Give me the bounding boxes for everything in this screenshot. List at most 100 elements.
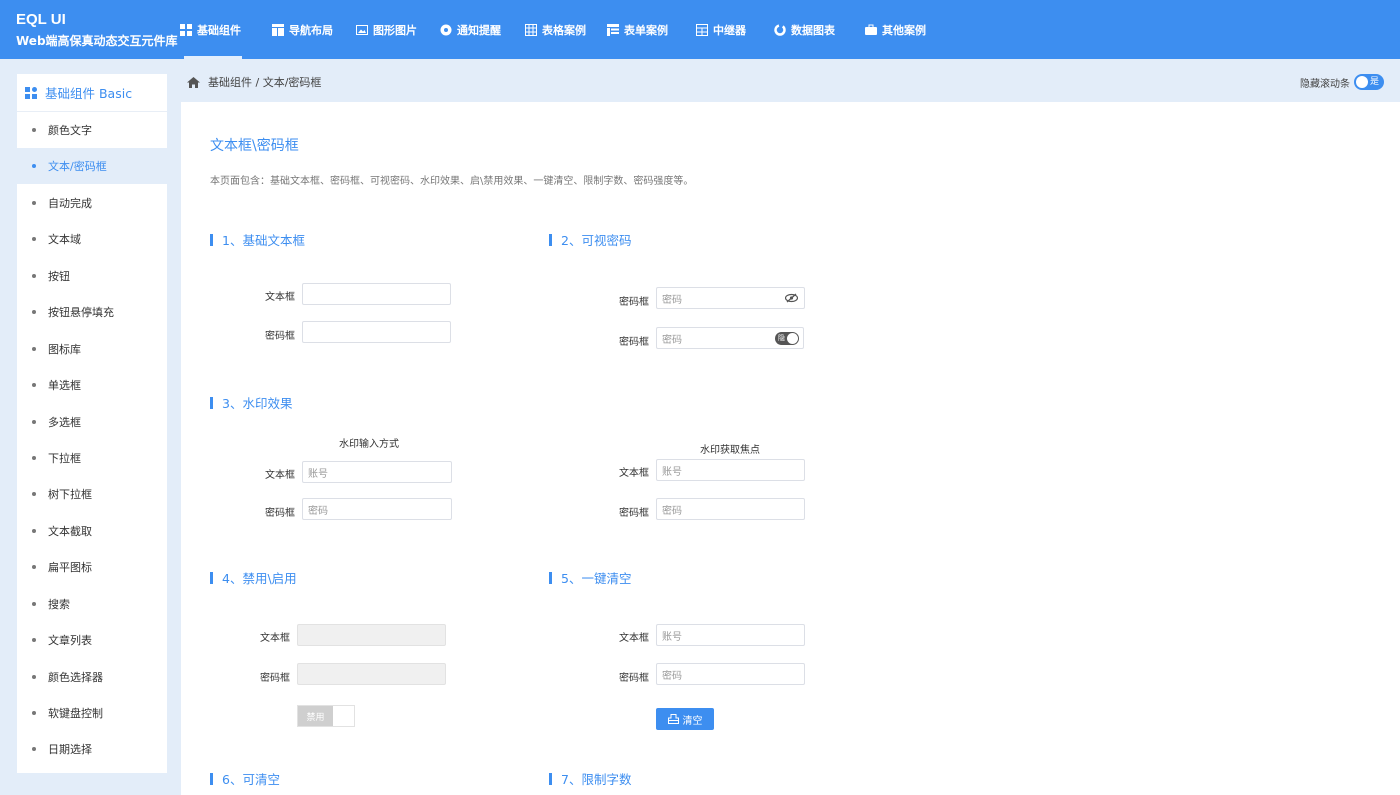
sidebar-item-label: 扁平图标 — [48, 561, 92, 574]
sidebar-item-label: 文本域 — [48, 233, 81, 246]
bullet-icon — [32, 201, 36, 205]
password-label: 密码框 — [619, 297, 649, 308]
focus-watermark-password-input[interactable]: 密码 — [656, 498, 805, 520]
nav-label: 表单案例 — [624, 23, 668, 37]
sidebar-item[interactable]: 树下拉框 — [17, 476, 167, 512]
nav-item-table[interactable]: 表格案例 — [525, 0, 586, 59]
watermark-password-input[interactable]: 密码 — [302, 498, 452, 520]
sidebar-item[interactable]: 日期选择 — [17, 731, 167, 767]
sidebar-item-label: 颜色文字 — [48, 124, 92, 137]
nav-label: 表格案例 — [542, 23, 586, 37]
brand-subtitle: Web端高保真动态交互元件库 — [16, 34, 178, 48]
nav-item-form[interactable]: 表单案例 — [607, 0, 668, 59]
nav-item-other[interactable]: 其他案例 — [865, 0, 926, 59]
sidebar-item[interactable]: 图标库 — [17, 331, 167, 367]
sidebar-item[interactable]: 多选框 — [17, 404, 167, 440]
sidebar-item[interactable]: 软键盘控制 — [17, 695, 167, 731]
disable-toggle-switch[interactable]: 禁用 — [297, 705, 355, 727]
basic-text-input[interactable] — [302, 283, 451, 305]
clear-account-input[interactable]: 账号 — [656, 624, 805, 646]
clear-password-input[interactable]: 密码 — [656, 663, 805, 685]
nav-item-basic[interactable]: 基础组件 — [180, 0, 246, 59]
watermark-input-mode-label: 水印输入方式 — [339, 439, 399, 450]
password-label: 密码框 — [619, 508, 649, 519]
watermark-focus-label: 水印获取焦点 — [700, 445, 760, 456]
sidebar-item[interactable]: 搜索 — [17, 586, 167, 622]
sidebar-item-label: 下拉框 — [48, 452, 81, 465]
bullet-icon — [32, 492, 36, 496]
password-label: 密码框 — [619, 337, 649, 348]
sidebar-item[interactable]: 下拉框 — [17, 440, 167, 476]
nav-item-layout[interactable]: 导航布局 — [272, 0, 333, 59]
bullet-icon — [32, 638, 36, 642]
section-title-text: 7、限制字数 — [561, 772, 632, 787]
sidebar-item-label: 搜索 — [48, 598, 70, 611]
section-bar — [549, 571, 552, 584]
sidebar-item[interactable]: 文章列表 — [17, 622, 167, 658]
bullet-icon — [32, 747, 36, 751]
sidebar-item[interactable]: 颜色选择器 — [17, 659, 167, 695]
bullet-icon — [32, 274, 36, 278]
account-placeholder: 账号 — [308, 468, 328, 480]
sidebar-item[interactable]: 文本截取 — [17, 513, 167, 549]
section-title-text: 6、可清空 — [222, 772, 280, 787]
layout-icon — [272, 23, 284, 36]
nav-label: 图形图片 — [373, 23, 417, 37]
text-label: 文本框 — [619, 633, 649, 644]
nav-item-image[interactable]: 图形图片 — [356, 0, 417, 59]
eye-slash-icon[interactable] — [785, 293, 798, 303]
section-title-clear-all: 5、一键清空 — [549, 568, 631, 587]
password-placeholder: 密码 — [662, 334, 682, 346]
section-title-clearable: 6、可清空 — [210, 769, 280, 788]
bullet-icon — [32, 456, 36, 460]
nav-item-chart[interactable]: 数据图表 — [774, 0, 835, 59]
grid-icon — [180, 23, 192, 36]
sidebar-item[interactable]: 按钮 — [17, 258, 167, 294]
form-icon — [607, 23, 619, 36]
watermark-account-input[interactable]: 账号 — [302, 461, 452, 483]
chart-icon — [774, 23, 786, 36]
section-bar — [549, 233, 552, 246]
breadcrumb-bar: 基础组件 / 文本/密码框 隐藏滚动条 是 — [181, 62, 1400, 102]
nav-label: 导航布局 — [289, 23, 333, 37]
hide-scrollbar-switch[interactable]: 是 — [1354, 74, 1384, 90]
sidebar-item[interactable]: 扁平图标 — [17, 549, 167, 585]
apps-icon — [25, 86, 37, 99]
nav-label: 中继器 — [713, 23, 746, 37]
sidebar-item[interactable]: 单选框 — [17, 367, 167, 403]
show-password-toggle[interactable]: 隐 — [775, 332, 799, 345]
sidebar-item[interactable]: 颜色文字 — [17, 112, 167, 148]
section-title-visible-password: 2、可视密码 — [549, 230, 631, 249]
toggle-knob — [787, 333, 798, 344]
sidebar-item[interactable]: 按钮悬停填充 — [17, 294, 167, 330]
password-label: 密码框 — [265, 331, 295, 342]
breadcrumb-text: 基础组件 / 文本/密码框 — [208, 76, 322, 89]
disabled-password-input — [297, 663, 446, 685]
basic-password-input[interactable] — [302, 321, 451, 343]
focus-watermark-account-input[interactable]: 账号 — [656, 459, 805, 481]
bullet-icon — [32, 383, 36, 387]
visible-password-input-eye[interactable]: 密码 — [656, 287, 805, 309]
clear-button[interactable]: 清空 — [656, 708, 714, 730]
text-label: 文本框 — [265, 292, 295, 303]
section-bar — [549, 772, 552, 785]
password-placeholder: 密码 — [308, 505, 328, 517]
image-icon — [356, 24, 368, 35]
bullet-icon — [32, 602, 36, 606]
bullet-icon — [32, 347, 36, 351]
visible-password-input-toggle[interactable]: 密码 隐 — [656, 327, 804, 349]
nav-item-repeater[interactable]: 中继器 — [696, 0, 746, 59]
disabled-text-input — [297, 624, 446, 646]
toggle-text: 隐 — [778, 334, 785, 342]
bullet-icon — [32, 164, 36, 168]
home-icon[interactable] — [187, 76, 200, 88]
sidebar-item[interactable]: 自动完成 — [17, 185, 167, 221]
password-placeholder: 密码 — [662, 505, 682, 517]
sidebar-item-active[interactable]: 文本/密码框 — [17, 148, 167, 184]
main-content: 文本框\密码框 本页面包含：基础文本框、密码框、可视密码、水印效果、启\禁用效果… — [181, 102, 1400, 795]
bullet-icon — [32, 420, 36, 424]
nav-label: 通知提醒 — [457, 23, 501, 37]
sidebar-item-label: 软键盘控制 — [48, 707, 103, 720]
sidebar-item[interactable]: 文本域 — [17, 221, 167, 257]
nav-item-notify[interactable]: 通知提醒 — [440, 0, 501, 59]
